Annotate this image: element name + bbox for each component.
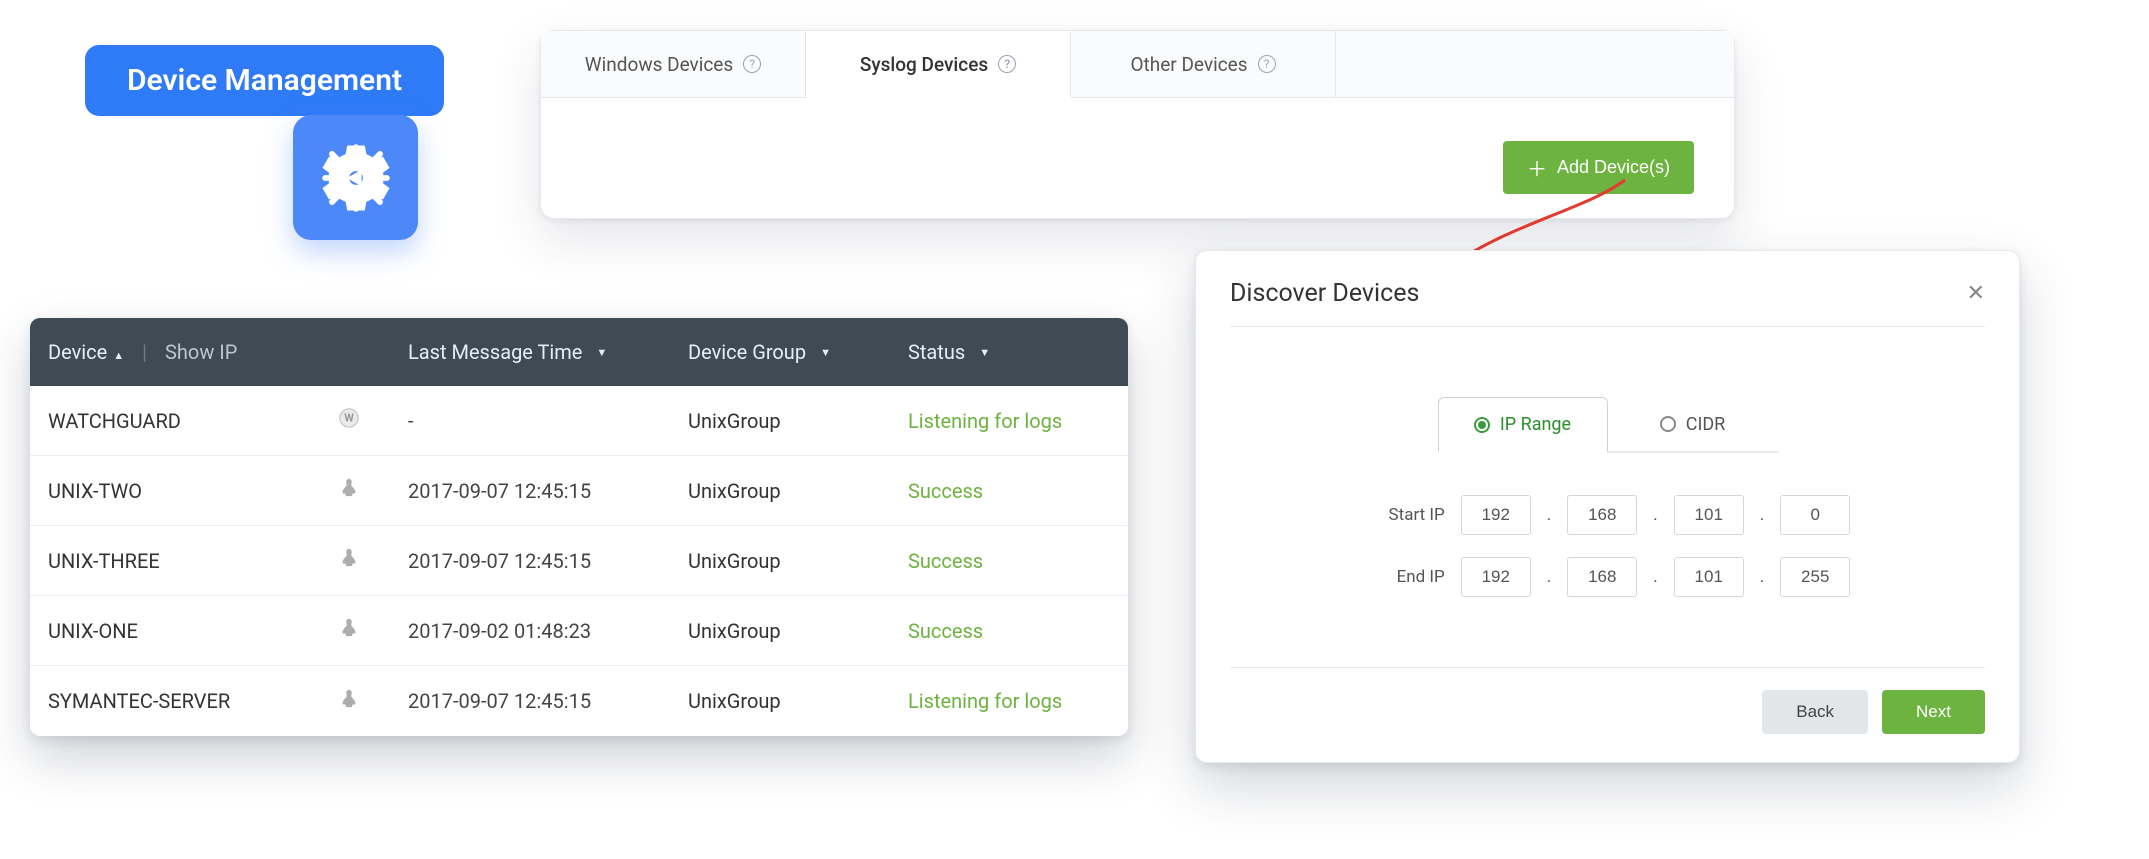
device-name: UNIX-ONE: [48, 619, 138, 643]
device-name: SYMANTEC-SERVER: [48, 689, 230, 713]
cell-last-message-time: 2017-09-07 12:45:15: [390, 479, 670, 503]
table-row[interactable]: WATCHGUARD W -UnixGroupListening for logs: [30, 386, 1128, 456]
cell-device-group: UnixGroup: [670, 689, 890, 713]
cell-last-message-time: 2017-09-07 12:45:15: [390, 549, 670, 573]
next-label: Next: [1916, 702, 1951, 721]
tab-syslog-devices[interactable]: Syslog Devices ?: [806, 32, 1071, 98]
dialog-title: Discover Devices: [1230, 279, 1419, 308]
device-table: Device | Show IP Last Message Time Devic…: [30, 318, 1128, 736]
linux-icon: [338, 617, 360, 644]
device-tabs-card: Windows Devices ? Syslog Devices ? Other…: [540, 30, 1735, 219]
cell-status: Success: [890, 619, 1110, 643]
col-device-group[interactable]: Device Group: [670, 340, 890, 364]
tab-spacer: [1336, 31, 1734, 97]
mode-cidr-label: CIDR: [1686, 414, 1726, 435]
cell-status: Success: [890, 479, 1110, 503]
divider: |: [142, 340, 147, 364]
end-ip-octet-4[interactable]: [1780, 557, 1850, 597]
cell-status: Listening for logs: [890, 689, 1110, 713]
start-ip-label: Start IP: [1365, 505, 1445, 525]
cell-device-group: UnixGroup: [670, 479, 890, 503]
end-ip-label: End IP: [1365, 567, 1445, 587]
close-icon[interactable]: ✕: [1967, 281, 1985, 306]
cell-last-message-time: 2017-09-02 01:48:23: [390, 619, 670, 643]
dot-icon: .: [1760, 505, 1764, 525]
table-row[interactable]: UNIX-THREE 2017-09-07 12:45:15UnixGroupSu…: [30, 526, 1128, 596]
dot-icon: .: [1760, 567, 1764, 587]
cell-device-group: UnixGroup: [670, 549, 890, 573]
help-icon[interactable]: ?: [743, 55, 761, 73]
add-device-button[interactable]: ＋ Add Device(s): [1503, 141, 1694, 194]
cell-device-group: UnixGroup: [670, 619, 890, 643]
ip-range-form: Start IP . . . End IP . . .: [1230, 495, 1985, 597]
next-button[interactable]: Next: [1882, 690, 1985, 734]
tab-label: Windows Devices: [585, 53, 733, 76]
dot-icon: .: [1547, 505, 1551, 525]
start-ip-octet-3[interactable]: [1674, 495, 1744, 535]
gear-icon: [317, 139, 395, 217]
table-row[interactable]: UNIX-TWO 2017-09-07 12:45:15UnixGroupSucc…: [30, 456, 1128, 526]
linux-icon: [338, 688, 360, 715]
tab-label: Other Devices: [1130, 53, 1247, 76]
col-device-label: Device: [48, 340, 124, 364]
device-name: UNIX-THREE: [48, 549, 160, 573]
discover-mode-tabs: IP Range CIDR: [1230, 397, 1985, 453]
cell-device-group: UnixGroup: [670, 409, 890, 433]
device-tabs: Windows Devices ? Syslog Devices ? Other…: [541, 31, 1734, 98]
device-management-pill: Device Management: [85, 45, 444, 116]
cell-status: Listening for logs: [890, 409, 1110, 433]
col-status[interactable]: Status: [890, 340, 1110, 364]
start-ip-row: Start IP . . .: [1365, 495, 1850, 535]
settings-tile[interactable]: [293, 115, 418, 240]
watchguard-icon: W: [338, 407, 360, 434]
tab-other-devices[interactable]: Other Devices ?: [1071, 31, 1336, 97]
device-name: WATCHGUARD: [48, 409, 181, 433]
pill-label: Device Management: [127, 63, 402, 98]
table-body: WATCHGUARDW-UnixGroupListening for logsU…: [30, 386, 1128, 736]
col-last-message-time[interactable]: Last Message Time: [390, 340, 670, 364]
dialog-header: Discover Devices ✕: [1230, 279, 1985, 327]
add-button-label: Add Device(s): [1557, 157, 1670, 178]
cell-status: Success: [890, 549, 1110, 573]
dot-icon: .: [1547, 567, 1551, 587]
show-ip-toggle[interactable]: Show IP: [165, 340, 237, 364]
discover-devices-dialog: Discover Devices ✕ IP Range CIDR Start I…: [1195, 250, 2020, 763]
help-icon[interactable]: ?: [1258, 55, 1276, 73]
end-ip-row: End IP . . .: [1365, 557, 1850, 597]
start-ip-octet-2[interactable]: [1567, 495, 1637, 535]
start-ip-octet-1[interactable]: [1461, 495, 1531, 535]
radio-off-icon: [1660, 416, 1676, 432]
cell-last-message-time: 2017-09-07 12:45:15: [390, 689, 670, 713]
mode-cidr[interactable]: CIDR: [1608, 397, 1778, 453]
end-ip-octet-3[interactable]: [1674, 557, 1744, 597]
mode-ip-range[interactable]: IP Range: [1438, 397, 1608, 453]
col-device[interactable]: Device | Show IP: [30, 340, 390, 364]
tab-windows-devices[interactable]: Windows Devices ?: [541, 31, 806, 97]
start-ip-octet-4[interactable]: [1780, 495, 1850, 535]
radio-on-icon: [1474, 417, 1490, 433]
col-group-label: Device Group: [688, 340, 806, 364]
device-name: UNIX-TWO: [48, 479, 142, 503]
dialog-footer: Back Next: [1230, 667, 1985, 734]
back-button[interactable]: Back: [1762, 690, 1868, 734]
end-ip-octet-2[interactable]: [1567, 557, 1637, 597]
end-ip-octet-1[interactable]: [1461, 557, 1531, 597]
col-status-label: Status: [908, 340, 965, 364]
table-row[interactable]: SYMANTEC-SERVER 2017-09-07 12:45:15UnixGr…: [30, 666, 1128, 736]
col-lmt-label: Last Message Time: [408, 340, 582, 364]
tab-label: Syslog Devices: [860, 53, 988, 76]
cell-last-message-time: -: [390, 409, 670, 433]
table-row[interactable]: UNIX-ONE 2017-09-02 01:48:23UnixGroupSucc…: [30, 596, 1128, 666]
mode-ip-range-label: IP Range: [1500, 414, 1571, 435]
back-label: Back: [1796, 702, 1834, 721]
plus-icon: ＋: [1527, 153, 1547, 182]
svg-text:W: W: [344, 412, 354, 425]
linux-icon: [338, 477, 360, 504]
table-header: Device | Show IP Last Message Time Devic…: [30, 318, 1128, 386]
help-icon[interactable]: ?: [998, 55, 1016, 73]
dot-icon: .: [1653, 505, 1657, 525]
dot-icon: .: [1653, 567, 1657, 587]
linux-icon: [338, 547, 360, 574]
